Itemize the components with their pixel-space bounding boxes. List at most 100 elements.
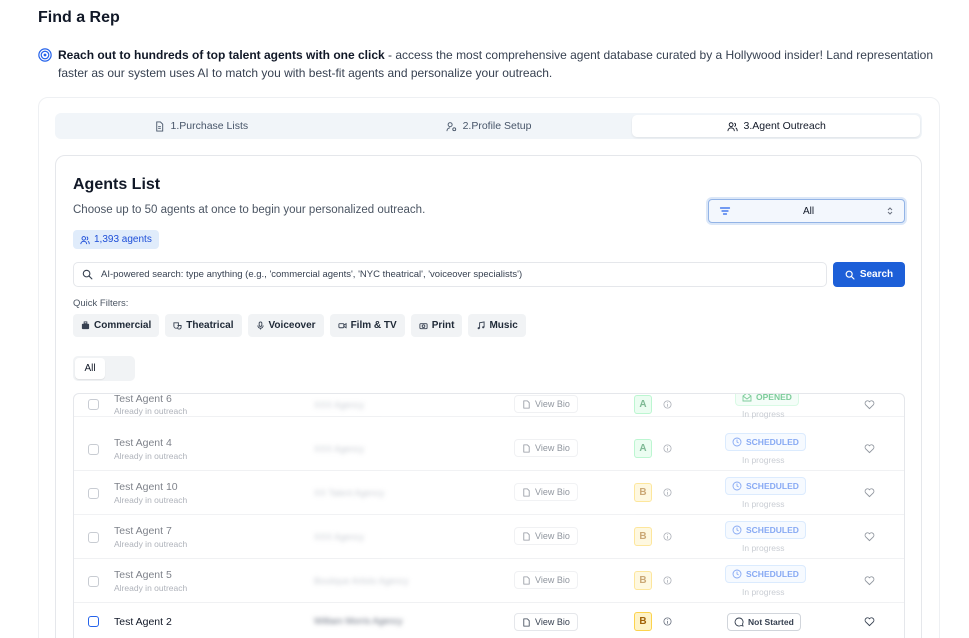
heart-icon[interactable] (864, 399, 875, 410)
quick-filter-film-tv[interactable]: Film & TV (329, 314, 405, 337)
status-badge: OPENED (735, 394, 799, 406)
users-icon (726, 121, 738, 131)
mic-icon (256, 321, 264, 330)
agent-name: Test Agent 10 (114, 481, 178, 493)
clock-icon (732, 437, 742, 447)
heart-icon[interactable] (864, 487, 875, 498)
grade-badge: B (634, 483, 652, 502)
table-row[interactable]: Test Agent 6 Already in outreach XXX Age… (74, 394, 904, 419)
filter-value: All (802, 205, 815, 217)
row-checkbox[interactable] (88, 616, 99, 627)
row-checkbox[interactable] (88, 444, 99, 455)
target-icon (38, 48, 52, 62)
status-badge: SCHEDULED (725, 477, 806, 495)
video-icon (338, 322, 347, 329)
grade-badge: B (634, 571, 652, 590)
heart-icon[interactable] (864, 616, 875, 627)
agent-subtext: Already in outreach (114, 406, 188, 416)
search-button[interactable]: Search (833, 262, 905, 287)
info-icon[interactable] (663, 532, 672, 541)
agency-name: XX Talent Agency (314, 488, 385, 498)
grade-badge: A (634, 395, 652, 414)
row-checkbox[interactable] (88, 399, 99, 410)
row-checkbox[interactable] (88, 576, 99, 587)
agent-name: Test Agent 2 (114, 616, 172, 628)
agents-list-subtitle: Choose up to 50 agents at once to begin … (73, 204, 426, 216)
heart-icon[interactable] (864, 575, 875, 586)
info-icon[interactable] (663, 400, 672, 409)
heart-icon[interactable] (864, 443, 875, 454)
view-bio-button[interactable]: View Bio (514, 395, 578, 413)
quick-filter-print[interactable]: Print (410, 314, 463, 337)
grade-badge: B (634, 612, 652, 631)
agent-count: 1,393 agents (94, 234, 152, 245)
list-tabs: All (73, 356, 135, 381)
tab-profile-setup[interactable]: 2.Profile Setup (345, 115, 633, 137)
table-row[interactable]: Test Agent 7 Already in outreach XXX Age… (74, 515, 904, 559)
info-icon[interactable] (663, 488, 672, 497)
users-icon (80, 235, 90, 244)
document-icon (523, 617, 530, 627)
agents-table: Test Agent 6 Already in outreach XXX Age… (73, 393, 905, 638)
progress-text: In progress (742, 543, 785, 553)
info-icon[interactable] (663, 444, 672, 453)
music-icon (478, 321, 486, 330)
chat-icon (734, 617, 744, 627)
quick-filters: Commercial Theatrical Voiceover Film & T… (73, 314, 526, 337)
view-bio-button[interactable]: View Bio (514, 439, 578, 457)
document-icon (523, 399, 530, 409)
quick-filter-voiceover[interactable]: Voiceover (247, 314, 324, 337)
search-input[interactable] (101, 269, 818, 280)
table-row[interactable]: Test Agent 2 William Morris Agency View … (74, 603, 904, 638)
view-bio-button[interactable]: View Bio (514, 571, 578, 589)
view-bio-button[interactable]: View Bio (514, 483, 578, 501)
view-bio-button[interactable]: View Bio (514, 527, 578, 545)
document-icon (155, 120, 163, 132)
quick-filter-theatrical[interactable]: Theatrical (165, 314, 242, 337)
clock-icon (732, 569, 742, 579)
table-row[interactable]: Test Agent 5 Already in outreach Boutiqu… (74, 559, 904, 603)
agency-name: Boutique Artists Agency (314, 576, 409, 586)
agent-subtext: Already in outreach (114, 495, 188, 505)
status-badge: SCHEDULED (725, 521, 806, 539)
step-tabs: 1.Purchase Lists 2.Profile Setup 3.Agent… (55, 113, 922, 139)
search-icon (82, 269, 93, 280)
progress-text: In progress (742, 455, 785, 465)
row-checkbox[interactable] (88, 488, 99, 499)
briefcase-icon (81, 321, 90, 330)
quick-filter-music[interactable]: Music (468, 314, 526, 337)
heart-icon[interactable] (864, 531, 875, 542)
agent-subtext: Already in outreach (114, 539, 188, 549)
document-icon (523, 531, 530, 541)
status-badge: Not Started (727, 613, 801, 631)
table-row[interactable]: Test Agent 4 Already in outreach XXX Age… (74, 427, 904, 471)
agency-name: XXX Agency (314, 532, 365, 542)
tab-purchase-lists[interactable]: 1.Purchase Lists (57, 115, 345, 137)
intro-bold: Reach out to hundreds of top talent agen… (58, 48, 385, 62)
progress-text: In progress (742, 499, 785, 509)
intro-text: Reach out to hundreds of top talent agen… (38, 46, 948, 82)
grade-badge: A (634, 439, 652, 458)
tab-all[interactable]: All (75, 358, 105, 379)
view-bio-button[interactable]: View Bio (514, 613, 578, 631)
info-icon[interactable] (663, 617, 672, 626)
table-row[interactable]: Test Agent 10 Already in outreach XX Tal… (74, 471, 904, 515)
tab-agent-outreach[interactable]: 3.Agent Outreach (632, 115, 921, 137)
step-label: 2.Profile Setup (462, 120, 532, 132)
theater-icon (173, 322, 182, 330)
agent-count-badge: 1,393 agents (73, 230, 159, 249)
info-icon[interactable] (663, 576, 672, 585)
status-badge: SCHEDULED (725, 433, 806, 451)
agency-name: XXX Agency (314, 400, 365, 410)
clock-icon (732, 481, 742, 491)
agents-list-title: Agents List (73, 176, 161, 193)
row-checkbox[interactable] (88, 532, 99, 543)
mail-open-icon (742, 394, 752, 402)
agent-name: Test Agent 4 (114, 437, 172, 449)
quick-filter-commercial[interactable]: Commercial (73, 314, 160, 337)
agent-subtext: Already in outreach (114, 451, 188, 461)
status-filter-select[interactable]: All (708, 199, 905, 223)
progress-text: In progress (742, 409, 785, 419)
page-title: Find a Rep (38, 9, 120, 26)
document-icon (523, 487, 530, 497)
